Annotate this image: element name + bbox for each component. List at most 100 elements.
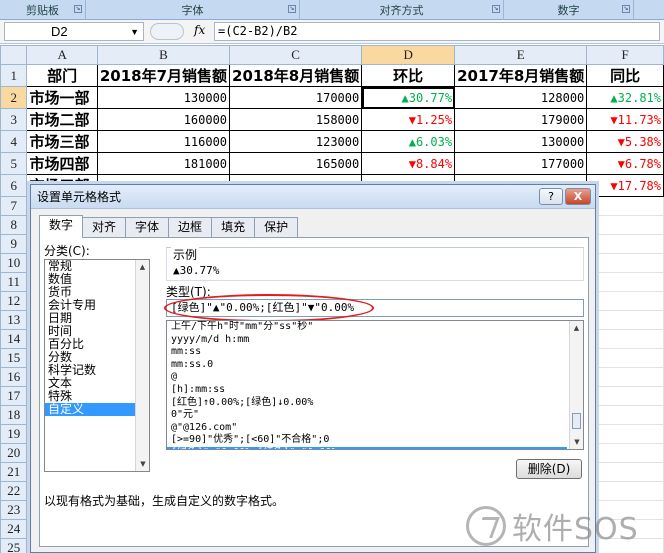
empty-cell[interactable]: [586, 348, 664, 368]
format-item[interactable]: 0"元": [167, 409, 567, 422]
dialog-launcher-icon[interactable]: ↘: [74, 5, 82, 13]
row-header[interactable]: 16: [0, 367, 28, 387]
percent-cell[interactable]: ▼1.25%: [361, 108, 456, 131]
insert-function-icon[interactable]: fx: [194, 23, 205, 37]
select-all-corner[interactable]: [0, 45, 28, 65]
row-header[interactable]: 3: [0, 108, 28, 131]
number-cell[interactable]: 177000: [454, 152, 588, 175]
category-scrollbar[interactable]: ▲ ▼: [135, 260, 149, 471]
number-cell[interactable]: 130000: [96, 86, 231, 109]
row-header[interactable]: 19: [0, 424, 28, 444]
percent-cell[interactable]: ▼6.78%: [586, 152, 664, 175]
format-item[interactable]: 上午/下午h"时"mm"分"ss"秒": [167, 321, 567, 334]
row-header[interactable]: 18: [0, 405, 28, 425]
category-list[interactable]: 常规 数值 货币 会计专用 日期 时间 百分比 分数 科学记数 文本 特殊 自定义 ▲ ▼: [44, 259, 150, 472]
tab-number[interactable]: 数字: [39, 215, 84, 238]
column-header[interactable]: B: [96, 45, 231, 65]
dialog-launcher-icon[interactable]: ↘: [622, 5, 630, 13]
scroll-up-icon[interactable]: ▲: [136, 260, 149, 274]
delete-button[interactable]: 删除(D): [516, 459, 582, 479]
format-item[interactable]: mm:ss: [167, 346, 567, 359]
header-cell[interactable]: 2018年8月销售额: [229, 64, 363, 87]
name-box[interactable]: D2 ▼: [4, 22, 144, 41]
format-item[interactable]: [h]:mm:ss: [167, 384, 567, 397]
empty-cell[interactable]: [586, 215, 664, 235]
row-header[interactable]: 8: [0, 215, 28, 235]
row-header[interactable]: 6: [0, 174, 28, 197]
row-header[interactable]: 7: [0, 196, 28, 216]
column-header[interactable]: E: [454, 45, 588, 65]
number-cell[interactable]: 116000: [96, 130, 231, 153]
active-percent-cell[interactable]: ▲30.77%: [361, 86, 456, 109]
empty-cell[interactable]: [586, 272, 664, 292]
row-header[interactable]: 5: [0, 152, 28, 175]
format-list[interactable]: 上午/下午h"时"mm"分"ss"秒" yyyy/m/d h:mm mm:ss mm:…: [166, 320, 584, 450]
scroll-down-icon[interactable]: ▼: [136, 457, 150, 471]
header-cell[interactable]: 2017年8月销售额: [454, 64, 588, 87]
column-header-selected[interactable]: D: [361, 45, 456, 65]
number-cell[interactable]: 123000: [229, 130, 363, 153]
dialog-launcher-icon[interactable]: ↘: [492, 5, 500, 13]
column-header[interactable]: A: [26, 45, 98, 65]
percent-cell[interactable]: ▼17.78%: [586, 174, 664, 197]
tab-alignment[interactable]: 对齐: [82, 217, 127, 237]
row-header[interactable]: 17: [0, 386, 28, 406]
tab-font[interactable]: 字体: [125, 217, 170, 237]
row-header[interactable]: 10: [0, 253, 28, 273]
format-item[interactable]: @"@126.com": [167, 422, 567, 435]
empty-cell[interactable]: [586, 329, 664, 349]
percent-cell[interactable]: ▼11.73%: [586, 108, 664, 131]
help-button[interactable]: ?: [539, 188, 563, 205]
category-item[interactable]: 自定义: [45, 403, 149, 416]
row-header[interactable]: 15: [0, 348, 28, 368]
format-item[interactable]: mm:ss.0: [167, 359, 567, 372]
header-cell[interactable]: 部门: [26, 64, 98, 87]
row-header-selected[interactable]: 2: [0, 86, 28, 109]
formula-cancel-button[interactable]: [150, 23, 184, 40]
tab-protection[interactable]: 保护: [254, 217, 299, 237]
formula-input[interactable]: =(C2-B2)/B2: [214, 22, 660, 41]
dept-cell[interactable]: 市场二部: [26, 108, 98, 131]
row-header[interactable]: 23: [0, 500, 28, 520]
dept-cell[interactable]: 市场四部: [26, 152, 98, 175]
empty-cell[interactable]: [586, 462, 664, 482]
header-cell[interactable]: 2018年7月销售额: [96, 64, 231, 87]
empty-cell[interactable]: [586, 405, 664, 425]
tab-fill[interactable]: 填充: [211, 217, 256, 237]
format-list-scrollbar[interactable]: ▲ ▼: [569, 321, 583, 449]
percent-cell[interactable]: ▲6.03%: [361, 130, 456, 153]
row-header[interactable]: 11: [0, 272, 28, 292]
empty-cell[interactable]: [586, 291, 664, 311]
empty-cell[interactable]: [586, 253, 664, 273]
row-header[interactable]: 21: [0, 462, 28, 482]
row-header[interactable]: 12: [0, 291, 28, 311]
empty-cell[interactable]: [586, 310, 664, 330]
format-item[interactable]: [>=90]"优秀";[<60]"不合格";0: [167, 434, 567, 447]
empty-cell[interactable]: [586, 443, 664, 463]
format-item[interactable]: yyyy/m/d h:mm: [167, 334, 567, 347]
number-cell[interactable]: 179000: [454, 108, 588, 131]
close-button[interactable]: X: [565, 188, 591, 205]
empty-cell[interactable]: [586, 424, 664, 444]
number-cell[interactable]: 165000: [229, 152, 363, 175]
row-header[interactable]: 1: [0, 64, 28, 87]
column-header[interactable]: F: [586, 45, 664, 65]
scroll-down-icon[interactable]: ▼: [570, 435, 583, 449]
row-header[interactable]: 4: [0, 130, 28, 153]
empty-cell[interactable]: [586, 367, 664, 387]
number-cell[interactable]: 170000: [229, 86, 363, 109]
format-item[interactable]: [绿色]"▲"0.00%;[红色]"▼"0.00%: [167, 446, 567, 449]
dept-cell[interactable]: 市场一部: [26, 86, 98, 109]
row-header[interactable]: 13: [0, 310, 28, 330]
format-item[interactable]: [红色]↑0.00%;[绿色]↓0.00%: [167, 397, 567, 410]
row-header[interactable]: 24: [0, 519, 28, 539]
chevron-down-icon[interactable]: ▼: [130, 24, 139, 41]
row-header[interactable]: 9: [0, 234, 28, 254]
empty-cell[interactable]: [586, 386, 664, 406]
percent-cell[interactable]: ▼5.38%: [586, 130, 664, 153]
number-cell[interactable]: 128000: [454, 86, 588, 109]
empty-cell[interactable]: [586, 481, 664, 501]
scroll-up-icon[interactable]: ▲: [570, 321, 583, 335]
row-header[interactable]: 22: [0, 481, 28, 501]
header-cell[interactable]: 同比: [586, 64, 664, 87]
